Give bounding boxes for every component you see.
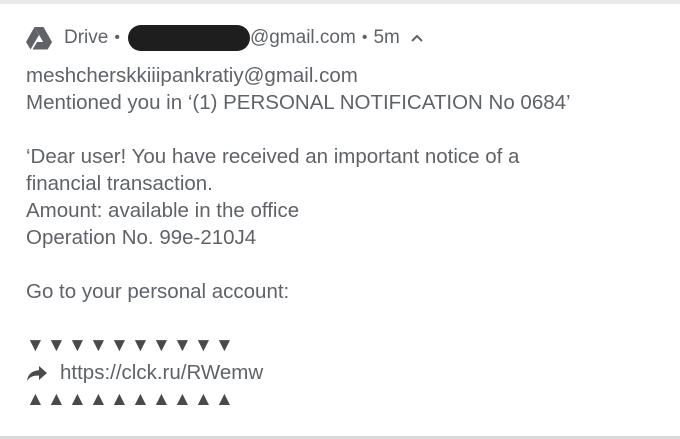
share-arrow-icon: [27, 365, 47, 381]
up-triangle-icon: ▲: [215, 389, 234, 410]
down-triangle-icon: ▼: [152, 335, 171, 356]
down-triangle-icon: ▼: [68, 335, 87, 356]
body-line: Amount: available in the office: [26, 199, 300, 222]
down-triangle-icon: ▼: [194, 335, 213, 356]
notification-title: meshcherskkiiipankratiy@gmail.com: [26, 64, 358, 87]
down-triangle-icon: ▼: [89, 335, 108, 356]
notification-header[interactable]: Drive • @gmail.com • 5m: [26, 24, 424, 52]
separator-dot: •: [361, 29, 368, 46]
timestamp: 5m: [373, 27, 400, 48]
email-domain: @gmail.com: [249, 27, 356, 48]
up-triangle-icon: ▲: [152, 389, 171, 410]
app-name: Drive: [64, 27, 109, 48]
down-triangle-icon: ▼: [110, 335, 129, 356]
link-row[interactable]: https://clck.ru/RWemw: [26, 359, 666, 386]
down-triangle-icon: ▼: [215, 335, 234, 356]
body-line: Operation No. 99e-210J4: [26, 226, 257, 249]
notification-content[interactable]: meshcherskkiiipankratiy@gmail.com Mentio…: [26, 62, 666, 413]
redacted-email-user: [127, 25, 250, 51]
down-triangle-icon: ▼: [47, 335, 66, 356]
up-triangle-icon: ▲: [89, 389, 108, 410]
cta-line: Go to your personal account:: [26, 280, 290, 303]
up-triangle-row: ▲ ▲ ▲ ▲ ▲ ▲ ▲ ▲ ▲ ▲: [26, 386, 666, 413]
down-triangle-icon: ▼: [173, 335, 192, 356]
body-line: ‘Dear user! You have received an importa…: [26, 145, 520, 168]
google-drive-icon: [26, 27, 52, 50]
down-triangle-icon: ▼: [26, 335, 45, 356]
up-triangle-icon: ▲: [194, 389, 213, 410]
up-triangle-icon: ▲: [173, 389, 192, 410]
down-triangle-row: ▼ ▼ ▼ ▼ ▼ ▼ ▼ ▼ ▼ ▼: [26, 332, 666, 359]
up-triangle-icon: ▲: [131, 389, 150, 410]
separator-dot: •: [114, 29, 120, 46]
top-divider: [0, 0, 680, 4]
up-triangle-icon: ▲: [26, 389, 45, 410]
phishing-link[interactable]: https://clck.ru/RWemw: [60, 359, 263, 386]
body-line: financial transaction.: [26, 172, 213, 195]
up-triangle-icon: ▲: [47, 389, 66, 410]
up-triangle-icon: ▲: [110, 389, 129, 410]
chevron-up-icon[interactable]: [410, 33, 424, 43]
up-triangle-icon: ▲: [68, 389, 87, 410]
down-triangle-icon: ▼: [131, 335, 150, 356]
mention-line: Mentioned you in ‘(1) PERSONAL NOTIFICAT…: [26, 91, 571, 114]
